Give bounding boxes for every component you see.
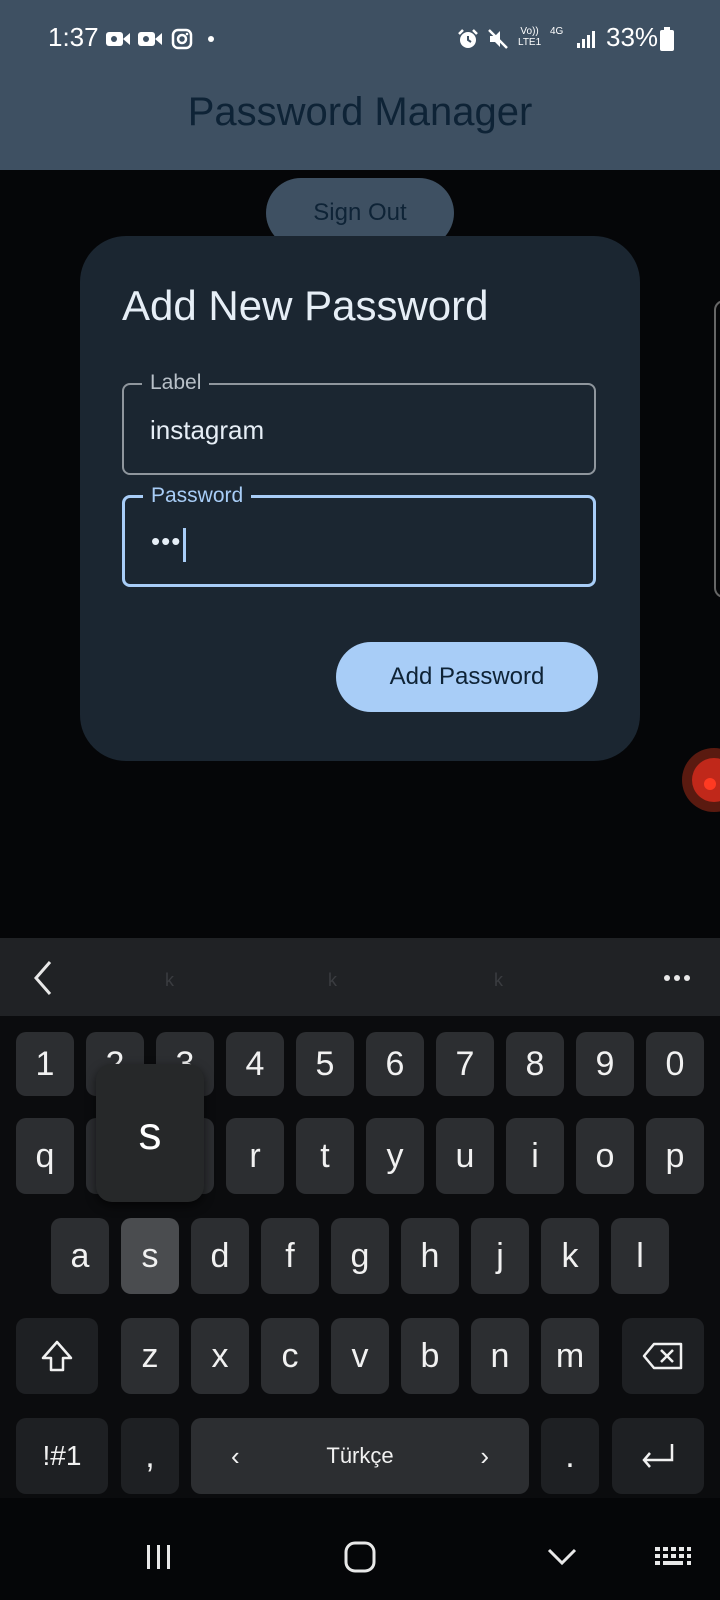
more-options-icon[interactable] bbox=[662, 968, 692, 988]
suggestion-3[interactable]: k bbox=[494, 970, 503, 991]
key-l[interactable]: l bbox=[611, 1218, 669, 1294]
key-s[interactable]: s bbox=[121, 1218, 179, 1294]
key-k[interactable]: k bbox=[541, 1218, 599, 1294]
key-z[interactable]: z bbox=[121, 1318, 179, 1394]
key-g[interactable]: g bbox=[331, 1218, 389, 1294]
status-time: 1:37 bbox=[48, 22, 99, 52]
suggestion-2[interactable]: k bbox=[328, 970, 337, 991]
label-field-legend: Label bbox=[142, 371, 210, 395]
key-t[interactable]: t bbox=[296, 1118, 354, 1194]
key-d[interactable]: d bbox=[191, 1218, 249, 1294]
battery-icon bbox=[660, 26, 674, 52]
instagram-icon bbox=[170, 26, 194, 52]
key-r[interactable]: r bbox=[226, 1118, 284, 1194]
video-camera-icon bbox=[136, 26, 164, 52]
key-9[interactable]: 9 bbox=[576, 1032, 634, 1096]
password-field-legend: Password bbox=[143, 484, 252, 508]
key-a[interactable]: a bbox=[51, 1218, 109, 1294]
shift-key[interactable] bbox=[16, 1318, 98, 1394]
key-h[interactable]: h bbox=[401, 1218, 459, 1294]
key-i[interactable]: i bbox=[506, 1118, 564, 1194]
keyboard-switch-icon[interactable] bbox=[654, 1546, 692, 1570]
key-n[interactable]: n bbox=[471, 1318, 529, 1394]
label-input[interactable]: Label instagram bbox=[122, 371, 596, 475]
network-label: Vo)) LTE1 bbox=[518, 26, 542, 48]
key-c[interactable]: c bbox=[261, 1318, 319, 1394]
key-v[interactable]: v bbox=[331, 1318, 389, 1394]
password-input[interactable]: Password ••• bbox=[122, 484, 596, 587]
text-cursor bbox=[183, 528, 186, 562]
key-y[interactable]: y bbox=[366, 1118, 424, 1194]
key-m[interactable]: m bbox=[541, 1318, 599, 1394]
backspace-key[interactable] bbox=[622, 1318, 704, 1394]
video-camera-icon bbox=[104, 26, 132, 52]
key-x[interactable]: x bbox=[191, 1318, 249, 1394]
key-0[interactable]: 0 bbox=[646, 1032, 704, 1096]
chevron-right-icon: › bbox=[480, 1440, 489, 1471]
key-preview-popup: s bbox=[96, 1064, 204, 1202]
key-p[interactable]: p bbox=[646, 1118, 704, 1194]
key-8[interactable]: 8 bbox=[506, 1032, 564, 1096]
back-icon[interactable] bbox=[546, 1546, 578, 1568]
data-type-label: 4G bbox=[550, 26, 564, 37]
key-6[interactable]: 6 bbox=[366, 1032, 424, 1096]
dot-icon bbox=[206, 26, 216, 52]
enter-icon bbox=[642, 1444, 674, 1468]
comma-key[interactable]: , bbox=[121, 1418, 179, 1494]
mute-icon bbox=[486, 26, 510, 52]
edge-panel-handle[interactable] bbox=[714, 300, 720, 598]
key-u[interactable]: u bbox=[436, 1118, 494, 1194]
record-dot-icon bbox=[704, 778, 716, 790]
label-input-value: instagram bbox=[150, 415, 265, 445]
key-b[interactable]: b bbox=[401, 1318, 459, 1394]
add-password-button[interactable]: Add Password bbox=[336, 642, 598, 712]
password-input-value: ••• bbox=[151, 526, 182, 556]
home-icon[interactable] bbox=[343, 1540, 377, 1574]
key-o[interactable]: o bbox=[576, 1118, 634, 1194]
recent-apps-icon[interactable] bbox=[144, 1542, 174, 1572]
period-key[interactable]: . bbox=[541, 1418, 599, 1494]
enter-key[interactable] bbox=[612, 1418, 704, 1494]
symbols-key[interactable]: !#1 bbox=[16, 1418, 108, 1494]
key-1[interactable]: 1 bbox=[16, 1032, 74, 1096]
key-7[interactable]: 7 bbox=[436, 1032, 494, 1096]
dialog-title: Add New Password bbox=[122, 282, 489, 329]
backspace-icon bbox=[642, 1342, 683, 1370]
keyboard-toolbar bbox=[0, 938, 720, 1016]
app-title: Password Manager bbox=[187, 90, 533, 134]
key-4[interactable]: 4 bbox=[226, 1032, 284, 1096]
shift-icon bbox=[41, 1340, 73, 1372]
signal-icon bbox=[576, 26, 596, 52]
battery-percentage: 33% bbox=[606, 22, 659, 52]
chevron-left-icon: ‹ bbox=[231, 1440, 240, 1471]
space-key[interactable]: ‹ Türkçe › bbox=[191, 1418, 529, 1494]
key-j[interactable]: j bbox=[471, 1218, 529, 1294]
space-key-label: Türkçe bbox=[326, 1443, 394, 1468]
key-q[interactable]: q bbox=[16, 1118, 74, 1194]
suggestion-1[interactable]: k bbox=[165, 970, 174, 991]
key-f[interactable]: f bbox=[261, 1218, 319, 1294]
alarm-icon bbox=[456, 26, 480, 52]
key-5[interactable]: 5 bbox=[296, 1032, 354, 1096]
chevron-left-icon[interactable] bbox=[28, 958, 58, 998]
